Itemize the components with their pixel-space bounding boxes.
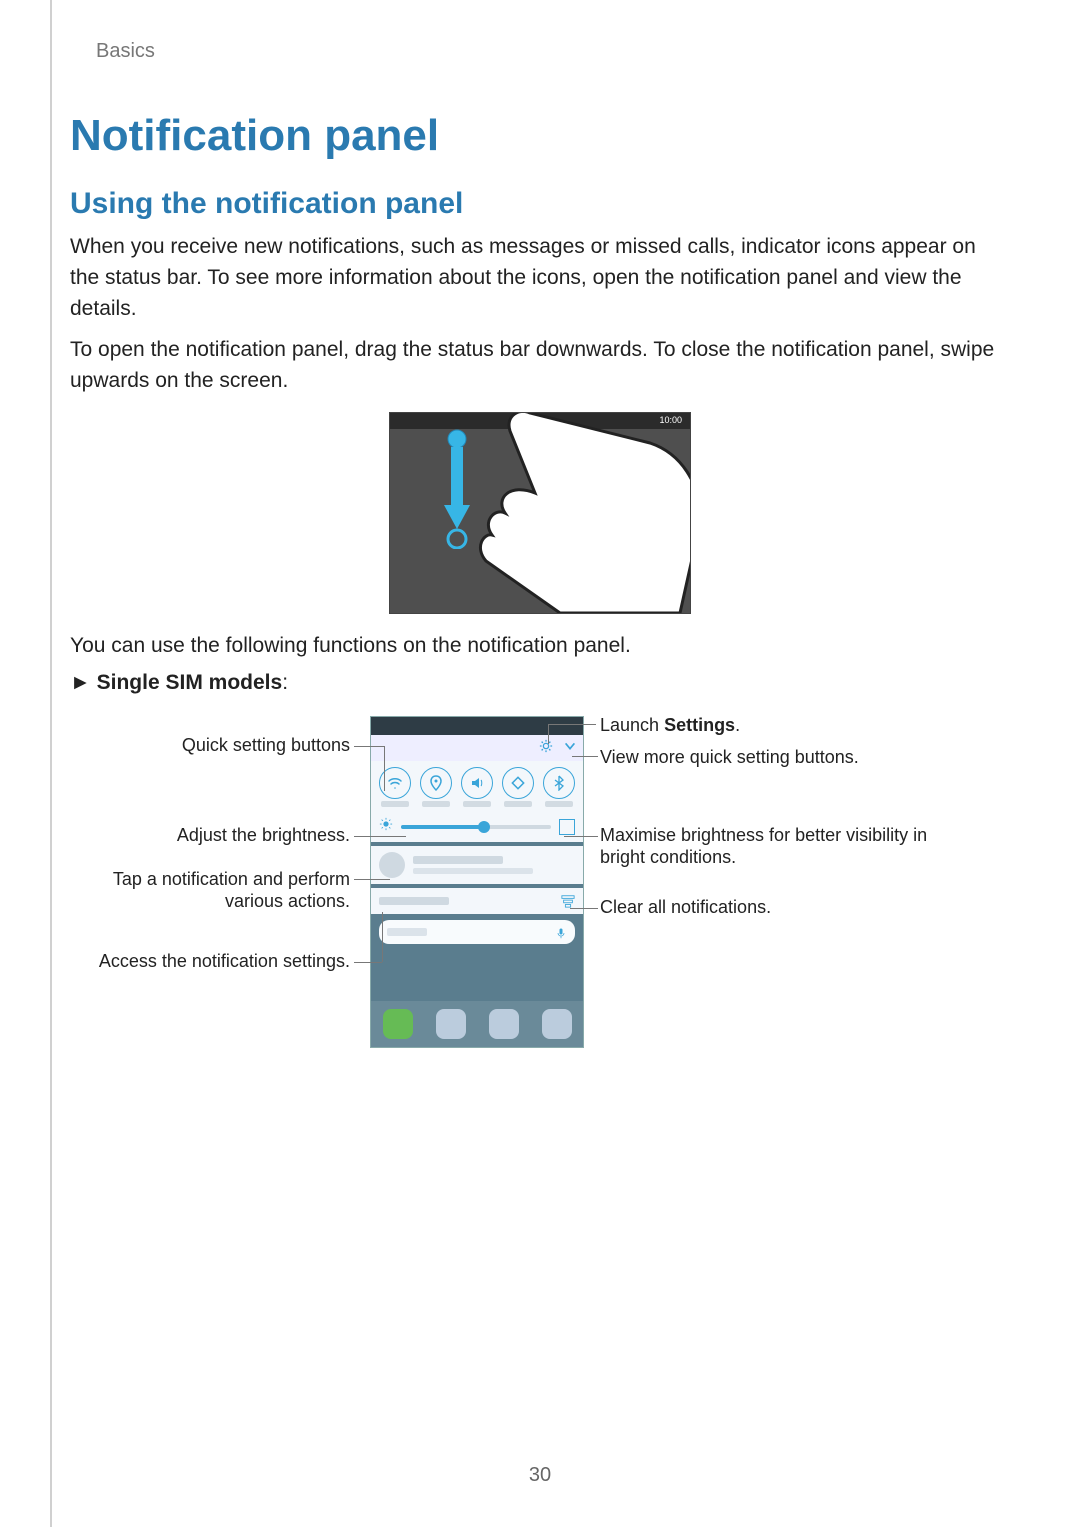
app-icon[interactable] [542,1009,572,1039]
brightness-icon [379,817,393,836]
sound-icon[interactable] [461,767,493,799]
brightness-row [371,811,583,842]
notification-card[interactable] [371,846,583,884]
callout-clear-all: Clear all notifications. [600,896,920,918]
hand-icon [450,412,691,614]
body-paragraph-3: You can use the following functions on t… [70,630,1010,661]
leader-line [548,724,596,725]
leader-line [354,836,406,837]
swipe-down-illustration: 10:00 [389,412,691,614]
single-sim-line: ► Single SIM models: [70,671,1010,695]
page-title: Notification panel [70,111,1010,161]
notification-settings-row[interactable] [371,888,583,914]
play-triangle-icon: ► [70,671,91,694]
search-bar[interactable] [379,920,575,944]
callout-launch-settings-bold: Settings [664,715,735,735]
quick-settings-labels [371,801,583,811]
expand-chevron-icon[interactable] [563,739,577,758]
settings-gear-icon[interactable] [539,739,553,758]
brightness-max-checkbox[interactable] [559,819,575,835]
callout-tap-notification: Tap a notification and perform various a… [70,868,350,912]
leader-line [548,724,549,744]
callout-view-more: View more quick setting buttons. [600,746,920,768]
leader-line [354,962,382,963]
quick-settings-row [371,761,583,801]
leader-line [354,746,384,747]
running-header: Basics [96,40,1010,63]
phone-status-bar [371,717,583,735]
avatar-icon [379,852,405,878]
callout-quick-settings: Quick setting buttons [70,734,350,756]
app-icon[interactable] [383,1009,413,1039]
leader-line [572,756,598,757]
manual-page: Basics Notification panel Using the noti… [0,0,1080,1527]
page-number: 30 [0,1464,1080,1487]
location-icon[interactable] [420,767,452,799]
callout-launch-settings: Launch Settings. [600,714,900,736]
callout-launch-settings-suffix: . [735,715,740,735]
single-sim-label: Single SIM models [97,671,283,694]
app-icon[interactable] [436,1009,466,1039]
section-heading: Using the notification panel [70,187,1010,221]
callout-maximise-brightness: Maximise brightness for better visibilit… [600,824,940,868]
brightness-slider[interactable] [401,825,551,829]
app-icon[interactable] [489,1009,519,1039]
leader-line [354,879,390,880]
body-paragraph-2: To open the notification panel, drag the… [70,334,1010,396]
callout-notification-settings: Access the notification settings. [70,950,350,972]
clear-all-icon[interactable] [561,894,575,908]
leader-line [382,912,383,962]
rotation-icon[interactable] [502,767,534,799]
app-dock [371,1001,583,1047]
left-margin-rule [50,0,52,1527]
qs-header-row [371,735,583,761]
leader-line [564,836,598,837]
callout-brightness: Adjust the brightness. [70,824,350,846]
notification-panel-diagram: Quick setting buttons Adjust the brightn… [70,716,1010,1076]
callout-launch-settings-prefix: Launch [600,715,664,735]
leader-line [570,908,598,909]
bluetooth-icon[interactable] [543,767,575,799]
colon: : [282,671,288,694]
microphone-icon[interactable] [555,926,567,938]
leader-line [384,746,385,791]
body-paragraph-1: When you receive new notifications, such… [70,231,1010,324]
phone-screenshot [370,716,584,1048]
